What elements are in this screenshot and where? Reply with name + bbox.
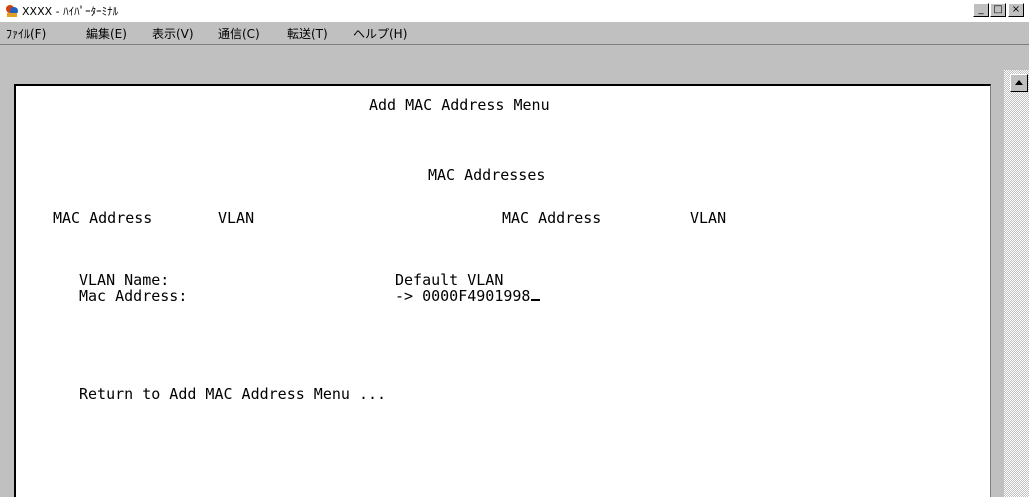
mac-address-value: -> 0000F4901998 (395, 287, 531, 305)
menu-communication[interactable]: 通信(C) (218, 25, 260, 42)
scroll-up-arrow-icon (1015, 80, 1023, 85)
maximize-button[interactable]: □ (990, 3, 1006, 17)
hyperterminal-window: XXXX - ﾊｲﾊﾟｰﾀｰﾐﾅﾙ _ □ × ﾌｧｲﾙ(F) 編集(E) 表示… (0, 0, 1029, 497)
window-title: XXXX - ﾊｲﾊﾟｰﾀｰﾐﾅﾙ (22, 5, 119, 18)
close-button[interactable]: × (1008, 3, 1024, 17)
menu-view[interactable]: 表示(V) (152, 25, 194, 42)
terminal-screen[interactable]: Add MAC Address Menu MAC Addresses MAC A… (14, 84, 991, 497)
minimize-button[interactable]: _ (973, 3, 989, 17)
menu-edit[interactable]: 編集(E) (86, 25, 127, 42)
column-mac-address-left: MAC Address (53, 209, 153, 227)
mac-address-label: Mac Address: (79, 287, 188, 305)
scroll-up-button[interactable] (1010, 74, 1028, 92)
menu-help[interactable]: ヘルプ(H) (353, 25, 407, 42)
text-cursor (531, 299, 541, 301)
mac-address-input[interactable]: -> 0000F4901998 (395, 287, 541, 305)
column-mac-address-right: MAC Address (502, 209, 602, 227)
frame-border (0, 57, 1004, 70)
column-vlan-right: VLAN (690, 209, 727, 227)
menu-transfer[interactable]: 転送(T) (287, 25, 328, 42)
menu-bar: ﾌｧｲﾙ(F) 編集(E) 表示(V) 通信(C) 転送(T) ヘルプ(H) (0, 22, 1029, 45)
title-bar: XXXX - ﾊｲﾊﾟｰﾀｰﾐﾅﾙ _ □ × (0, 0, 1029, 22)
vertical-scrollbar[interactable] (1004, 70, 1029, 497)
mac-addresses-heading: MAC Addresses (428, 166, 546, 184)
column-vlan-left: VLAN (218, 209, 255, 227)
menu-file[interactable]: ﾌｧｲﾙ(F) (6, 25, 46, 42)
menu-heading: Add MAC Address Menu (369, 96, 550, 114)
return-menu-option[interactable]: Return to Add MAC Address Menu ... (79, 385, 386, 403)
hyperterminal-icon (6, 5, 18, 17)
